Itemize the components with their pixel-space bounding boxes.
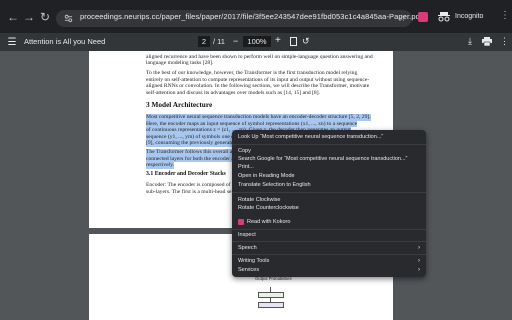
profile-label[interactable]: Incognito (455, 13, 483, 20)
menu-item-rotate-counterclockwise[interactable]: Rotate Counterclockwise (238, 204, 299, 212)
menu-item-reading-mode[interactable]: Open in Reading Mode (238, 172, 295, 180)
browser-toolbar: ← → ↻ proceedings.neurips.cc/paper_files… (0, 0, 512, 33)
incognito-icon[interactable] (438, 12, 450, 22)
menu-icon[interactable]: ☰ (6, 35, 18, 49)
submenu-arrow-icon: › (418, 245, 420, 251)
menu-separator (232, 144, 426, 145)
menu-separator (232, 192, 426, 193)
menu-item-services[interactable]: Services (238, 266, 259, 274)
zoom-in-button[interactable]: + (275, 35, 281, 46)
menu-separator (232, 229, 426, 230)
address-bar[interactable]: proceedings.neurips.cc/paper_files/paper… (56, 10, 422, 27)
star-icon[interactable]: ☆ (398, 13, 406, 24)
menu-item-writing-tools[interactable]: Writing Tools (238, 257, 269, 265)
menu-separator (232, 254, 426, 255)
site-info-icon[interactable] (64, 14, 73, 23)
text-line: self-attention and discuss its advantage… (146, 89, 320, 96)
menu-item-print[interactable]: Print... (238, 163, 254, 171)
menu-item-read-with-kokoro[interactable]: Read with Kokoro (247, 218, 290, 226)
zoom-level-input[interactable]: 100% (243, 36, 271, 47)
figure-block (258, 292, 284, 298)
selected-text-line[interactable]: respectively. (146, 162, 175, 169)
subsection-heading: 3.1 Encoder and Decoder Stacks (146, 171, 226, 177)
document-title: Attention is All you Need (24, 37, 106, 46)
page-number-input[interactable]: 2 (198, 36, 210, 47)
download-icon[interactable]: ⤓ (468, 36, 472, 47)
pdf-toolbar: ☰ Attention is All you Need 2 / 11 − 100… (0, 33, 512, 51)
submenu-arrow-icon: › (418, 267, 420, 273)
menu-item-inspect[interactable]: Inspect (238, 231, 256, 239)
figure-block (258, 302, 284, 308)
more-vert-icon[interactable]: ⋮ (500, 10, 510, 21)
context-menu: Look Up “Most competitive neural sequenc… (232, 130, 426, 277)
page-total: / 11 (213, 37, 225, 46)
menu-separator (232, 241, 426, 242)
menu-item-search-google[interactable]: Search Google for “Most competitive neur… (238, 155, 407, 163)
extension-icon[interactable] (418, 12, 428, 22)
forward-icon[interactable]: → (22, 10, 36, 24)
menu-item-copy[interactable]: Copy (238, 147, 251, 155)
submenu-arrow-icon: › (418, 258, 420, 264)
menu-item-translate[interactable]: Translate Selection to English (238, 181, 311, 189)
back-icon[interactable]: ← (6, 10, 20, 24)
reload-icon[interactable]: ↻ (38, 10, 52, 24)
menu-item-rotate-clockwise[interactable]: Rotate Clockwise (238, 196, 281, 204)
zoom-out-button[interactable]: − (233, 36, 238, 46)
menu-item-look-up[interactable]: Look Up “Most competitive neural sequenc… (238, 133, 383, 141)
pdf-more-icon[interactable]: ⋮ (500, 36, 509, 47)
kokoro-icon (238, 219, 244, 225)
menu-item-speech[interactable]: Speech (238, 244, 257, 252)
text-line: language modeling tasks [28]. (146, 60, 214, 66)
print-icon[interactable] (482, 37, 492, 46)
fit-page-icon[interactable] (290, 37, 297, 46)
rotate-icon[interactable]: ↺ (302, 36, 310, 47)
url-text[interactable]: proceedings.neurips.cc/paper_files/paper… (80, 12, 422, 21)
section-heading: 3 Model Architecture (146, 100, 213, 109)
